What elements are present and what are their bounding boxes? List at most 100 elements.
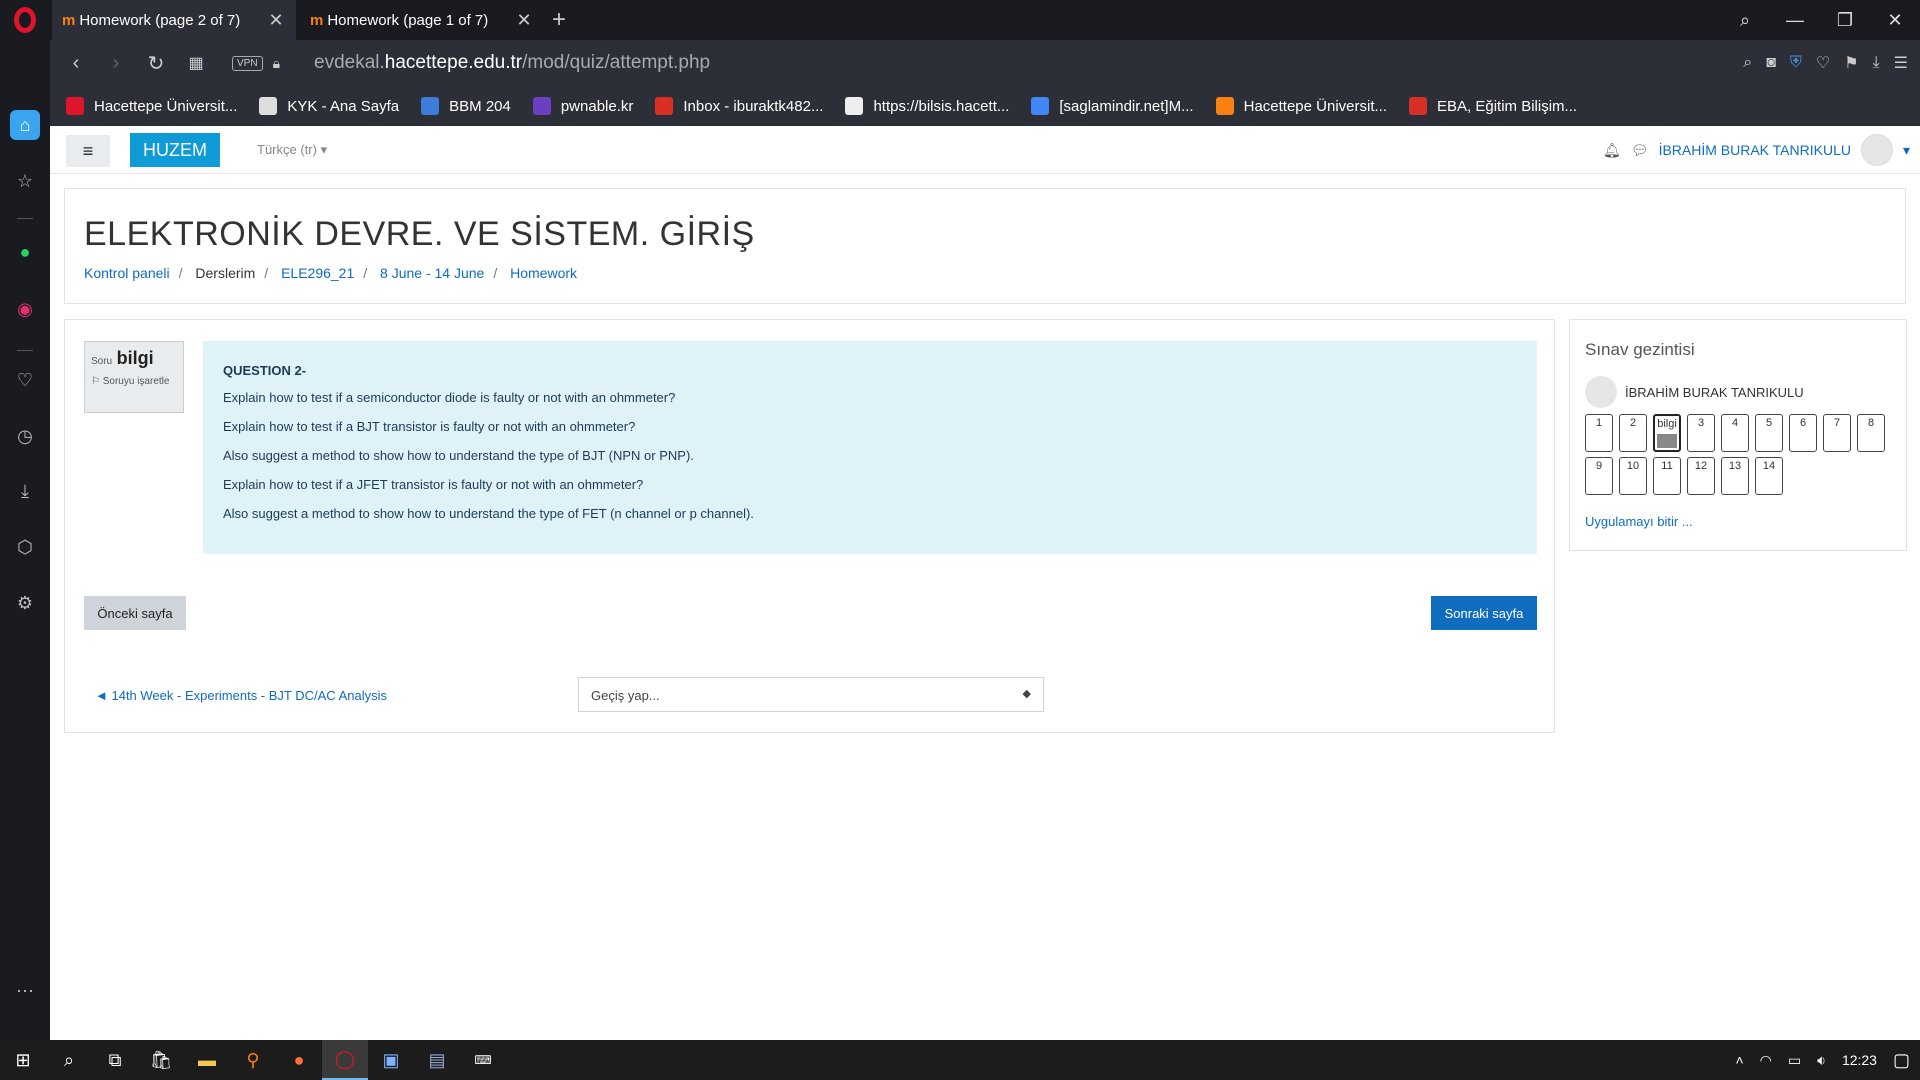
close-icon[interactable]: ✕ bbox=[514, 10, 534, 31]
flag-question-button[interactable]: ⚐ Soruyu işaretle bbox=[91, 375, 177, 388]
keyboard-icon[interactable]: ⌨ bbox=[460, 1040, 506, 1080]
new-tab-icon[interactable]: + bbox=[552, 6, 566, 34]
window-controls: ⌕ — ❐ ✕ bbox=[1720, 0, 1920, 40]
breadcrumb-week[interactable]: 8 June - 14 June bbox=[380, 265, 484, 281]
quiz-nav-question-button[interactable]: 6 bbox=[1789, 414, 1817, 452]
heart-icon[interactable]: ♡ bbox=[10, 365, 40, 395]
battery-icon[interactable]: ▭ bbox=[1788, 1052, 1801, 1069]
bookmark-item[interactable]: BBM 204 bbox=[421, 97, 511, 115]
question-heading: QUESTION 2- bbox=[223, 363, 307, 378]
quiz-nav-question-label: 1 bbox=[1595, 417, 1603, 429]
search-icon[interactable]: ⌕ bbox=[46, 1040, 92, 1080]
wifi-icon[interactable]: ◠ bbox=[1760, 1052, 1772, 1069]
previous-page-button[interactable]: Önceki sayfa bbox=[84, 596, 186, 630]
clock[interactable]: 12:23 bbox=[1842, 1052, 1877, 1068]
quiz-nav-question-button[interactable]: 5 bbox=[1755, 414, 1783, 452]
easy-setup-icon[interactable]: ☰ bbox=[1894, 53, 1908, 73]
home-icon[interactable]: ⌂ bbox=[10, 110, 40, 140]
message-icon[interactable]: 💬︎ bbox=[1631, 142, 1649, 159]
jump-to-select[interactable]: Geçiş yap... ◆ bbox=[578, 677, 1044, 712]
app-icon[interactable]: ▣ bbox=[368, 1040, 414, 1080]
bookmark-item[interactable]: EBA, Eğitim Bilişim... bbox=[1409, 97, 1577, 115]
firefox-icon[interactable]: ● bbox=[276, 1040, 322, 1080]
app-icon[interactable]: ▤ bbox=[414, 1040, 460, 1080]
quiz-nav-question-button[interactable]: 1 bbox=[1585, 414, 1613, 452]
quiz-nav-question-button[interactable]: 7 bbox=[1823, 414, 1851, 452]
tab-homework-page-1[interactable]: m Homework (page 1 of 7) ✕ bbox=[300, 0, 544, 40]
address-bar[interactable]: evdekal.hacettepe.edu.tr/mod/quiz/attemp… bbox=[314, 52, 710, 74]
extensions-icon[interactable]: ⬡ bbox=[10, 532, 40, 562]
caret-down-icon[interactable]: ▾ bbox=[1903, 142, 1910, 159]
more-icon[interactable]: ⋯ bbox=[10, 976, 40, 1006]
tabs-grid-icon[interactable]: ▦ bbox=[176, 53, 216, 73]
whatsapp-icon[interactable]: ● bbox=[10, 237, 40, 267]
volume-icon[interactable]: 🔉︎ bbox=[1817, 1052, 1826, 1069]
bookmark-item[interactable]: Inbox - iburaktk482... bbox=[655, 97, 823, 115]
site-navbar: ≡ HUZEM Türkçe (tr) ▾ 🔔︎ 💬︎ İBRAHİM BURA… bbox=[50, 126, 1920, 174]
close-window-icon[interactable]: ✕ bbox=[1870, 10, 1920, 31]
quiz-nav-question-button[interactable]: 14 bbox=[1755, 457, 1783, 495]
close-icon[interactable]: ✕ bbox=[266, 10, 286, 31]
language-menu[interactable]: Türkçe (tr) ▾ bbox=[257, 142, 327, 158]
quiz-nav-question-button[interactable]: 3 bbox=[1687, 414, 1715, 452]
quiz-nav-question-button[interactable]: 11 bbox=[1653, 457, 1681, 495]
settings-icon[interactable]: ⚙ bbox=[10, 588, 40, 618]
bookmark-item[interactable]: Hacettepe Üniversit... bbox=[66, 97, 237, 115]
user-name[interactable]: İBRAHİM BURAK TANRIKULU bbox=[1659, 142, 1851, 158]
download-icon[interactable]: ⤓ bbox=[10, 476, 40, 506]
start-icon[interactable]: ⊞ bbox=[0, 1040, 46, 1080]
opera-icon[interactable]: ◯ bbox=[322, 1040, 368, 1080]
breadcrumb-dashboard[interactable]: Kontrol paneli bbox=[84, 265, 170, 281]
site-brand[interactable]: HUZEM bbox=[130, 133, 220, 167]
bookmark-label: EBA, Eğitim Bilişim... bbox=[1437, 97, 1578, 115]
heart-icon[interactable]: ♡ bbox=[1816, 53, 1830, 73]
bookmark-item[interactable]: [saglamindir.net]M... bbox=[1031, 97, 1194, 115]
flag-icon[interactable]: ⚑ bbox=[1844, 53, 1858, 73]
search-app-icon[interactable]: ⚲ bbox=[230, 1040, 276, 1080]
quiz-nav-question-button[interactable]: 8 bbox=[1857, 414, 1885, 452]
quiz-nav-question-button[interactable]: 9 bbox=[1585, 457, 1613, 495]
bell-icon[interactable]: 🔔︎ bbox=[1603, 142, 1621, 159]
previous-activity-link[interactable]: ◄ 14th Week - Experiments - BJT DC/AC An… bbox=[95, 688, 387, 703]
question-line: Explain how to test if a semiconductor d… bbox=[223, 390, 676, 405]
quiz-nav-question-button[interactable]: 2 bbox=[1619, 414, 1647, 452]
chevron-up-icon[interactable]: ˄ bbox=[1735, 1052, 1743, 1068]
minimize-icon[interactable]: — bbox=[1770, 10, 1820, 31]
download-icon[interactable]: ⤓ bbox=[1873, 54, 1880, 72]
store-icon[interactable]: 🛍︎ bbox=[138, 1040, 184, 1080]
shield-icon[interactable]: ⛨ bbox=[1790, 54, 1802, 72]
bookmark-item[interactable]: https://bilsis.hacett... bbox=[845, 97, 1009, 115]
notification-icon[interactable]: ▢ bbox=[1893, 1050, 1910, 1071]
quiz-nav-question-button[interactable]: 12 bbox=[1687, 457, 1715, 495]
forward-icon[interactable]: › bbox=[96, 52, 136, 75]
file-explorer-icon[interactable]: ▬ bbox=[184, 1040, 230, 1080]
opera-menu-icon[interactable] bbox=[0, 0, 50, 40]
system-tray: ˄ ◠ ▭ 🔉︎ 12:23 ▢ bbox=[1735, 1040, 1910, 1080]
star-icon[interactable]: ☆ bbox=[10, 166, 40, 196]
quiz-nav-question-button[interactable]: 13 bbox=[1721, 457, 1749, 495]
avatar[interactable] bbox=[1860, 134, 1893, 166]
bookmark-item[interactable]: Hacettepe Üniversit... bbox=[1215, 97, 1387, 115]
quiz-nav-question-button[interactable]: bilgi bbox=[1653, 414, 1681, 452]
finish-attempt-link[interactable]: Uygulamayı bitir ... bbox=[1585, 514, 1693, 529]
instagram-icon[interactable]: ◉ bbox=[10, 294, 40, 324]
next-page-button[interactable]: Sonraki sayfa bbox=[1431, 596, 1537, 630]
restore-icon[interactable]: ❐ bbox=[1820, 10, 1870, 31]
back-icon[interactable]: ‹ bbox=[56, 52, 96, 75]
breadcrumb-homework[interactable]: Homework bbox=[510, 265, 577, 281]
bookmark-item[interactable]: pwnable.kr bbox=[532, 97, 633, 115]
bookmark-item[interactable]: KYK - Ana Sayfa bbox=[259, 97, 399, 115]
camera-icon[interactable]: ◙ bbox=[1766, 54, 1776, 72]
reload-icon[interactable]: ↻ bbox=[136, 51, 176, 76]
search-icon[interactable]: ⌕ bbox=[1720, 10, 1770, 31]
breadcrumb-course[interactable]: ELE296_21 bbox=[281, 265, 354, 281]
lock-icon[interactable]: 🔒︎ bbox=[273, 55, 280, 72]
history-icon[interactable]: ◷ bbox=[10, 421, 40, 451]
quiz-nav-question-button[interactable]: 4 bbox=[1721, 414, 1749, 452]
task-view-icon[interactable]: ⧉ bbox=[92, 1040, 138, 1080]
tab-homework-page-2[interactable]: m Homework (page 2 of 7) ✕ bbox=[52, 0, 296, 40]
vpn-badge[interactable]: VPN bbox=[232, 55, 263, 71]
menu-toggle-icon[interactable]: ≡ bbox=[66, 135, 110, 167]
search-icon[interactable]: ⌕ bbox=[1743, 54, 1752, 72]
quiz-nav-question-button[interactable]: 10 bbox=[1619, 457, 1647, 495]
